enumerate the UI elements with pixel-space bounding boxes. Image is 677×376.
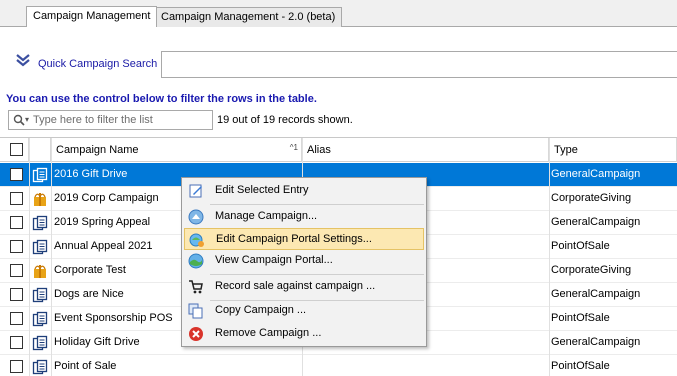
menu-item-label: Manage Campaign... <box>215 210 318 222</box>
row-campaign-name: 2019 Corp Campaign <box>54 192 159 204</box>
row-checkbox[interactable] <box>10 240 23 253</box>
header-campaign-name-label: Campaign Name <box>56 144 139 156</box>
menu-item-record-sale[interactable]: Record sale against campaign ... <box>184 276 424 298</box>
header-icon-cell <box>29 138 51 162</box>
row-checkbox[interactable] <box>10 336 23 349</box>
row-checkbox[interactable] <box>10 216 23 229</box>
menu-item-label: Edit Campaign Portal Settings... <box>216 233 372 245</box>
portal-settings-icon <box>189 233 204 247</box>
column-divider <box>549 138 550 376</box>
edit-entry-icon <box>189 184 202 198</box>
row-type: CorporateGiving <box>551 264 632 276</box>
table-row[interactable]: Point of Sale PointOfSale <box>0 355 677 376</box>
menu-item-manage-campaign[interactable]: Manage Campaign... <box>184 206 424 228</box>
row-checkbox[interactable] <box>10 168 23 181</box>
filter-dropdown-caret-icon[interactable]: ▾ <box>25 115 29 124</box>
tab-campaign-management[interactable]: Campaign Management <box>26 6 158 27</box>
menu-item-remove-campaign[interactable]: Remove Campaign ... <box>184 323 424 345</box>
row-campaign-name: Event Sponsorship POS <box>54 312 173 324</box>
row-type: PointOfSale <box>551 360 610 372</box>
column-divider <box>51 138 52 376</box>
tab-campaign-management-beta[interactable]: Campaign Management - 2.0 (beta) <box>154 7 343 27</box>
menu-separator <box>210 204 424 205</box>
menu-item-edit-portal-settings[interactable]: Edit Campaign Portal Settings... <box>184 228 424 250</box>
row-type: GeneralCampaign <box>551 168 641 180</box>
header-alias-label: Alias <box>307 144 331 156</box>
document-icon <box>32 287 48 303</box>
campaign-management-window: Campaign Management Campaign Management … <box>0 0 677 376</box>
row-campaign-name: Holiday Gift Drive <box>54 336 140 348</box>
menu-item-label: Remove Campaign ... <box>215 327 322 339</box>
header-select-cell <box>0 138 29 162</box>
remove-icon <box>189 327 203 341</box>
row-campaign-name: Point of Sale <box>54 360 117 372</box>
menu-item-label: Record sale against campaign ... <box>215 280 376 292</box>
sort-ascending-icon: ^1 <box>289 143 298 152</box>
cart-icon <box>189 280 203 294</box>
table-header: Campaign Name ^1 Alias Type <box>0 138 677 162</box>
quick-search-label[interactable]: Quick Campaign Search : <box>38 58 163 70</box>
menu-item-label: Edit Selected Entry <box>215 184 309 196</box>
manage-campaign-icon <box>188 209 204 225</box>
document-icon <box>32 215 48 231</box>
row-checkbox[interactable] <box>10 360 23 373</box>
context-menu: Edit Selected Entry Manage Campaign... E… <box>181 177 427 347</box>
header-type-label: Type <box>554 144 578 156</box>
row-campaign-name: Dogs are Nice <box>54 288 124 300</box>
row-campaign-name: 2016 Gift Drive <box>54 168 128 180</box>
filter-box[interactable]: ▾ <box>8 110 213 130</box>
row-type: GeneralCampaign <box>551 216 641 228</box>
row-checkbox[interactable] <box>10 264 23 277</box>
row-type: PointOfSale <box>551 312 610 324</box>
menu-item-copy-campaign[interactable]: Copy Campaign ... <box>184 300 424 322</box>
document-icon <box>32 335 48 351</box>
select-all-checkbox[interactable] <box>10 143 23 156</box>
document-icon <box>32 167 48 183</box>
filter-input[interactable] <box>33 112 209 128</box>
row-checkbox[interactable] <box>10 288 23 301</box>
menu-separator <box>210 274 424 275</box>
view-portal-icon <box>188 253 204 269</box>
row-type: PointOfSale <box>551 240 610 252</box>
row-checkbox[interactable] <box>10 312 23 325</box>
menu-item-label: Copy Campaign ... <box>215 304 307 316</box>
row-type: GeneralCampaign <box>551 336 641 348</box>
tab-strip: Campaign Management Campaign Management … <box>0 0 677 27</box>
row-campaign-name: Annual Appeal 2021 <box>54 240 153 252</box>
quick-search-area: Quick Campaign Search : <box>0 28 677 88</box>
row-campaign-name: Corporate Test <box>54 264 126 276</box>
row-type: CorporateGiving <box>551 192 632 204</box>
row-campaign-name: 2019 Spring Appeal <box>54 216 151 228</box>
header-campaign-name[interactable]: Campaign Name ^1 <box>51 138 302 162</box>
header-type[interactable]: Type <box>549 138 677 162</box>
records-count: 19 out of 19 records shown. <box>217 114 353 126</box>
header-alias[interactable]: Alias <box>302 138 549 162</box>
gift-icon <box>34 193 46 206</box>
row-type: GeneralCampaign <box>551 288 641 300</box>
double-chevron-down-icon[interactable] <box>15 52 31 68</box>
gift-icon <box>34 265 46 278</box>
column-divider <box>29 138 30 376</box>
document-icon <box>32 311 48 327</box>
row-checkbox[interactable] <box>10 192 23 205</box>
menu-item-view-portal[interactable]: View Campaign Portal... <box>184 250 424 272</box>
quick-search-input[interactable] <box>161 51 677 78</box>
magnifier-icon[interactable] <box>13 114 25 126</box>
menu-item-label: View Campaign Portal... <box>215 254 333 266</box>
document-icon <box>32 239 48 255</box>
menu-item-edit-selected-entry[interactable]: Edit Selected Entry <box>184 180 424 202</box>
document-icon <box>32 359 48 375</box>
copy-icon <box>188 303 203 319</box>
filter-hint-text: You can use the control below to filter … <box>6 93 317 105</box>
